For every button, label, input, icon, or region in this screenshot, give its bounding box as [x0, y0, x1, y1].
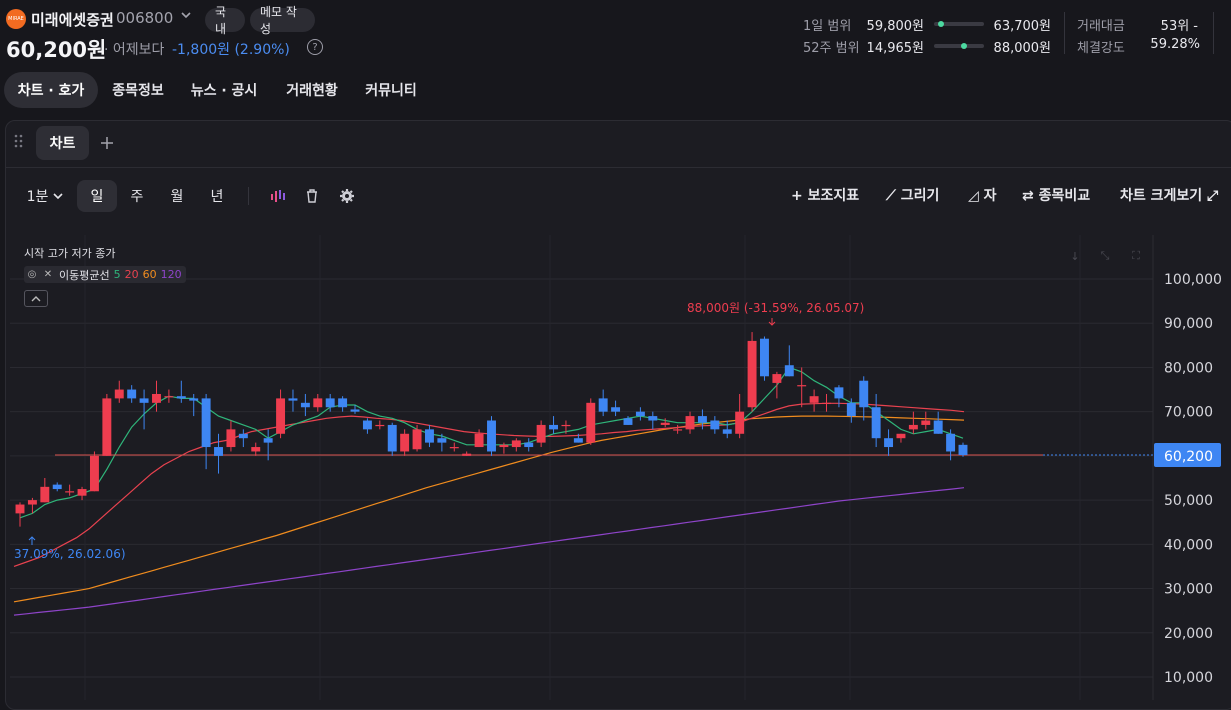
interval-label: 1분: [26, 189, 49, 205]
ma120-label: 120: [160, 268, 182, 281]
stock-header: MIRAE 미래에셋증권 006800 국내 메모 작성 60,200원 · 어…: [0, 0, 1231, 62]
52w-range-bar: [934, 43, 984, 49]
ma20-label: 20: [124, 268, 139, 281]
draw-button[interactable]: ⟋ 그리기: [886, 185, 939, 205]
logo-text: MIRAE: [8, 16, 24, 22]
tab-community[interactable]: 커뮤니티: [356, 72, 426, 108]
drag-handle-icon[interactable]: [14, 134, 24, 151]
visibility-icon[interactable]: ◎: [24, 266, 40, 283]
help-icon[interactable]: ?: [307, 39, 323, 55]
period-year-button[interactable]: 년: [197, 180, 237, 212]
memo-button[interactable]: 메모 작성: [250, 5, 315, 36]
collapse-icon[interactable]: ⤡: [1093, 245, 1117, 267]
strength-value: 59.28%: [1150, 37, 1200, 52]
day-low: 59,800원: [866, 19, 924, 34]
52w-high: 88,000원: [993, 41, 1051, 56]
day-range-marker: [938, 21, 945, 27]
ma-legend: ◎ ✕ 이동평균선 5 20 60 120: [24, 266, 186, 283]
indicator-button[interactable]: + 보조지표: [791, 185, 859, 205]
enlarge-label: 차트 크게보기: [1120, 188, 1203, 204]
chevron-down-icon: [53, 193, 63, 200]
compare-label: 종목비교: [1038, 188, 1091, 204]
52w-low: 14,965원: [866, 41, 924, 56]
current-price: 60,200원: [6, 38, 107, 62]
ruler-button[interactable]: ◿ 자: [968, 185, 997, 205]
swap-icon: ⇄: [1022, 188, 1034, 204]
strength-label: 체결강도: [1077, 41, 1125, 56]
stock-name[interactable]: 미래에셋증권: [31, 9, 114, 30]
ma60-label: 60: [142, 268, 157, 281]
period-day-button[interactable]: 일: [77, 180, 117, 212]
trash-icon[interactable]: [302, 186, 322, 206]
day-high: 63,700원: [993, 19, 1051, 34]
price-change: -1,800원 (2.90%): [172, 42, 290, 58]
company-logo: MIRAE: [6, 9, 26, 29]
add-tab-icon[interactable]: [99, 132, 115, 156]
ruler-icon: ◿: [968, 188, 979, 204]
chart-tab[interactable]: 차트: [36, 126, 89, 160]
divider: [1064, 12, 1065, 54]
tab-news[interactable]: 뉴스 · 공시: [180, 72, 268, 108]
expand-icon: ⤢: [1207, 188, 1219, 204]
trade-value: 53위 -: [1160, 19, 1198, 34]
divider: [1213, 12, 1214, 54]
panel-divider: [5, 167, 1231, 168]
collapse-legend-button[interactable]: [24, 290, 48, 307]
ohlc-legend: 시작 고가 저가 종가: [24, 247, 116, 260]
trade-value-label: 거래대금: [1077, 19, 1125, 34]
ruler-label: 자: [983, 188, 997, 204]
close-icon[interactable]: ✕: [40, 266, 56, 283]
52w-range-marker: [961, 43, 968, 49]
period-month-button[interactable]: 월: [157, 180, 197, 212]
chart-type-icon[interactable]: [268, 186, 288, 206]
day-range-bar: [934, 21, 984, 27]
stock-code[interactable]: 006800: [116, 9, 173, 27]
period-week-button[interactable]: 주: [117, 180, 157, 212]
enlarge-button[interactable]: 차트 크게보기 ⤢: [1120, 185, 1218, 205]
gear-icon[interactable]: [337, 186, 357, 206]
diff-label: · 어제보다: [104, 42, 165, 58]
pencil-icon: ⟋: [886, 188, 896, 204]
tab-trading[interactable]: 거래현황: [276, 72, 348, 108]
chevron-down-icon[interactable]: [180, 9, 192, 24]
tab-stock-info[interactable]: 종목정보: [102, 72, 174, 108]
interval-select[interactable]: 1분: [20, 180, 72, 212]
ma-label: 이동평균선: [59, 268, 110, 282]
draw-label: 그리기: [900, 188, 940, 204]
52w-range-label: 52주 범위: [803, 41, 860, 56]
compare-button[interactable]: ⇄ 종목비교: [1022, 185, 1090, 205]
tab-chart-orderbook[interactable]: 차트 · 호가: [4, 72, 98, 108]
ma5-label: 5: [113, 268, 121, 281]
day-range-label: 1일 범위: [803, 19, 852, 34]
divider: [248, 187, 249, 205]
fullscreen-icon[interactable]: ⛶: [1124, 245, 1148, 267]
market-pill[interactable]: 국내: [205, 5, 245, 36]
scroll-down-icon[interactable]: ↓: [1063, 245, 1087, 267]
